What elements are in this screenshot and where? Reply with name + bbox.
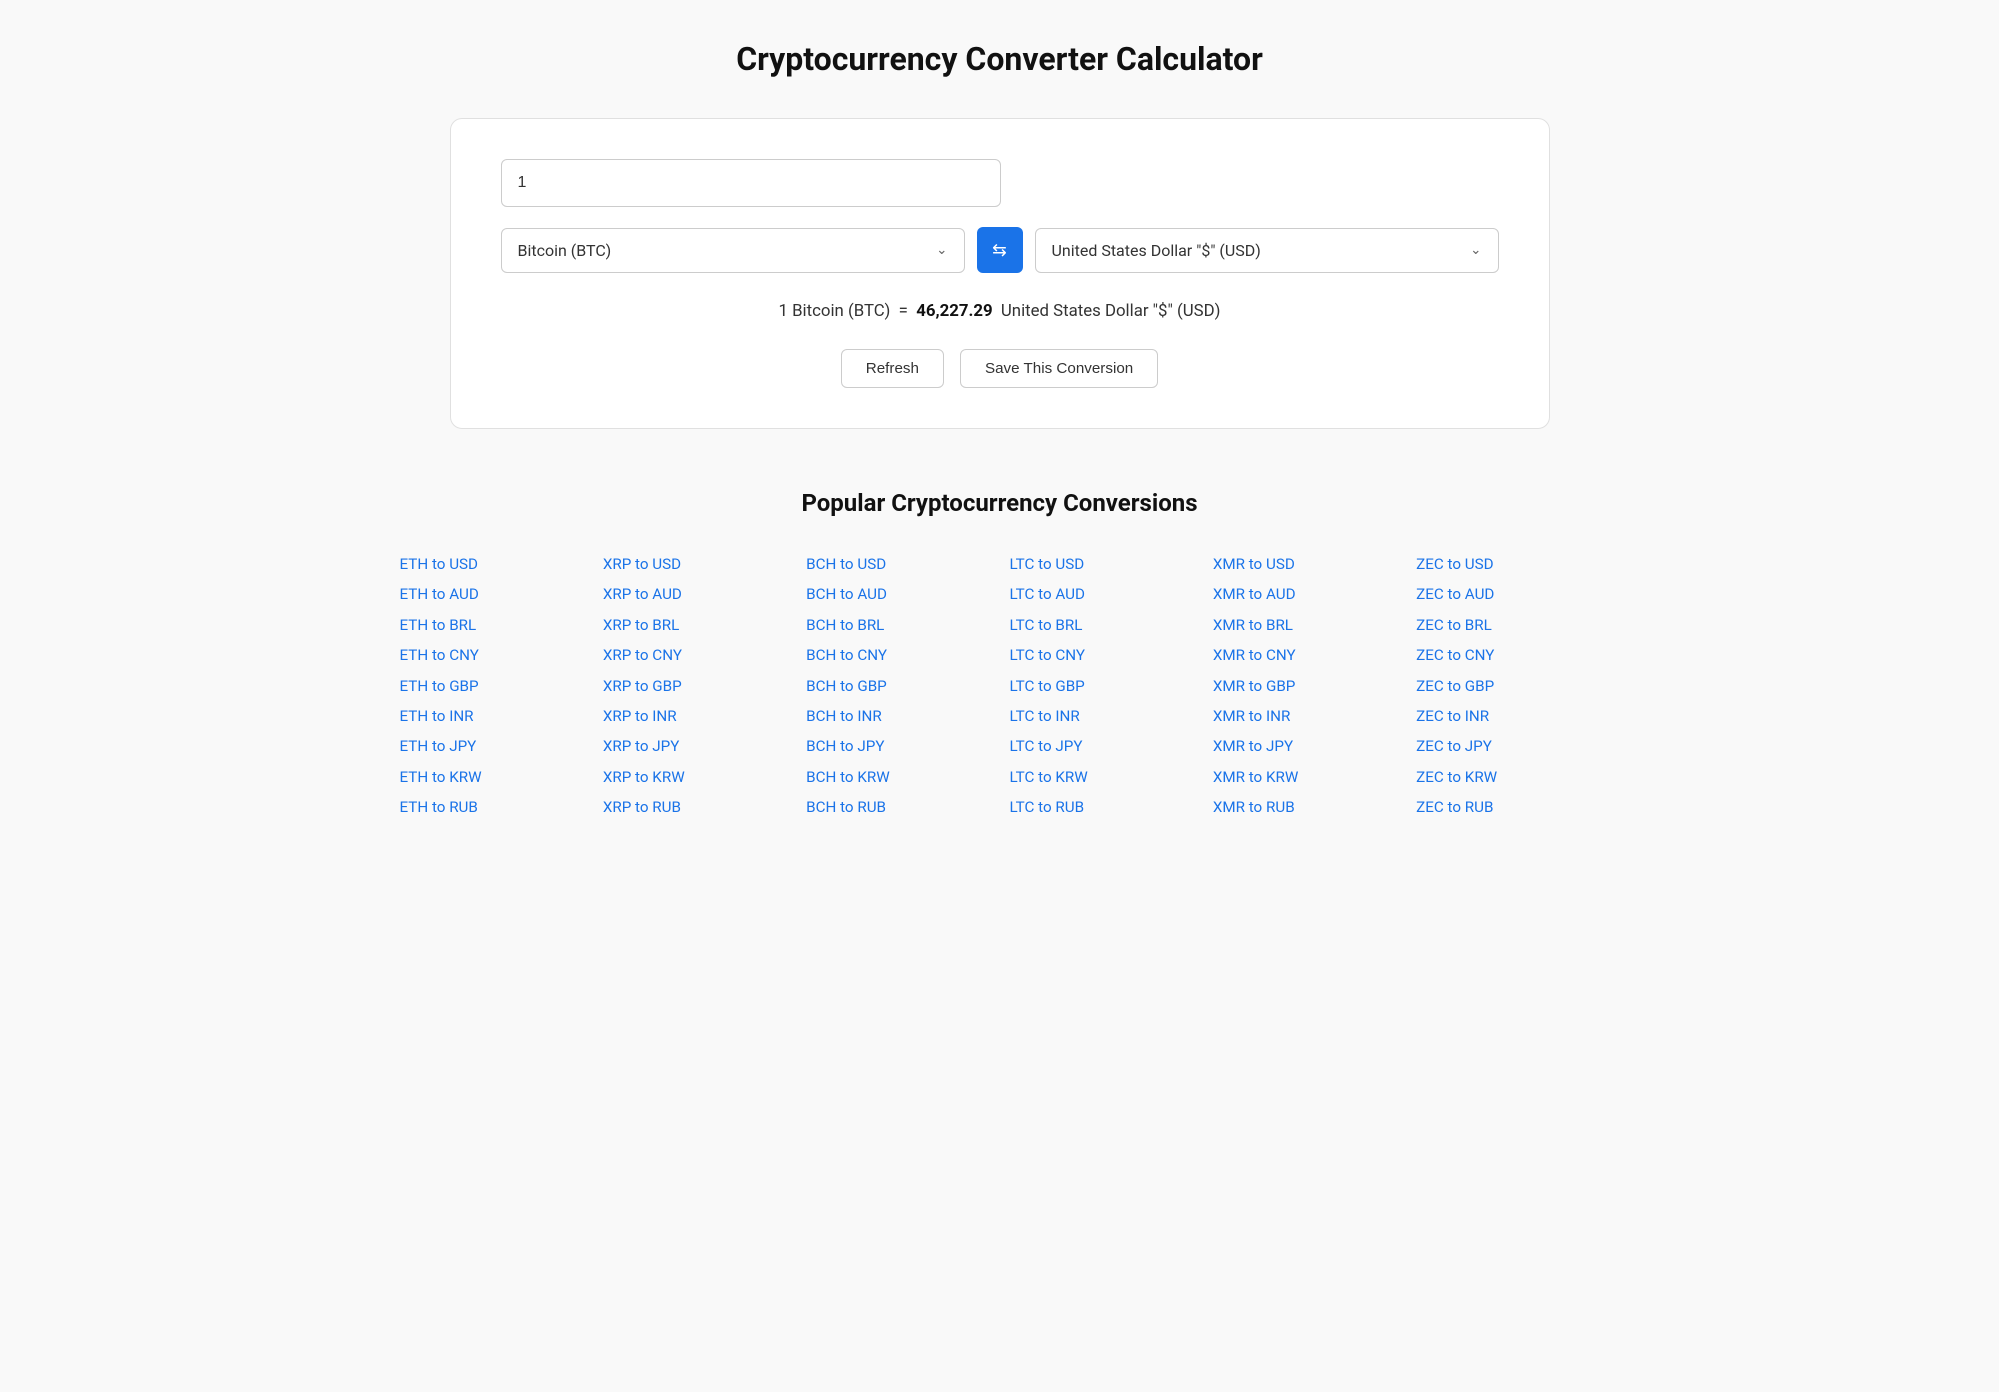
conversion-link[interactable]: ZEC to USD	[1416, 549, 1599, 579]
conversion-link[interactable]: XMR to KRW	[1213, 762, 1396, 792]
conversion-link[interactable]: XMR to GBP	[1213, 671, 1396, 701]
conversion-link[interactable]: ETH to RUB	[400, 792, 583, 822]
conversion-link[interactable]: ZEC to CNY	[1416, 640, 1599, 670]
conversion-link[interactable]: BCH to CNY	[806, 640, 989, 670]
conversion-link[interactable]: XMR to AUD	[1213, 579, 1396, 609]
conversion-link[interactable]: ETH to INR	[400, 701, 583, 731]
result-text: 1 Bitcoin (BTC)	[779, 301, 891, 321]
conversion-col-xrp: XRP to USDXRP to AUDXRP to BRLXRP to CNY…	[603, 549, 786, 823]
conversion-link[interactable]: ETH to USD	[400, 549, 583, 579]
conversions-grid: ETH to USDETH to AUDETH to BRLETH to CNY…	[400, 549, 1600, 823]
conversion-link[interactable]: ETH to AUD	[400, 579, 583, 609]
conversion-link[interactable]: BCH to BRL	[806, 610, 989, 640]
actions-row: Refresh Save This Conversion	[501, 349, 1499, 388]
conversion-link[interactable]: ETH to BRL	[400, 610, 583, 640]
save-conversion-button[interactable]: Save This Conversion	[960, 349, 1158, 388]
conversion-link[interactable]: ZEC to RUB	[1416, 792, 1599, 822]
to-chevron-icon: ⌄	[1470, 242, 1481, 258]
result-equals: =	[899, 301, 908, 321]
conversion-link[interactable]: XRP to RUB	[603, 792, 786, 822]
converter-card: Bitcoin (BTC) ⌄ ⇆ United States Dollar "…	[450, 118, 1550, 429]
result-row: 1 Bitcoin (BTC) = 46,227.29 United State…	[501, 301, 1499, 321]
conversion-link[interactable]: XRP to USD	[603, 549, 786, 579]
conversion-link[interactable]: BCH to KRW	[806, 762, 989, 792]
conversion-link[interactable]: ZEC to AUD	[1416, 579, 1599, 609]
conversion-link[interactable]: BCH to GBP	[806, 671, 989, 701]
conversion-link[interactable]: XMR to USD	[1213, 549, 1396, 579]
conversion-link[interactable]: LTC to BRL	[1009, 610, 1192, 640]
popular-section-title: Popular Cryptocurrency Conversions	[400, 489, 1600, 517]
conversion-link[interactable]: XRP to JPY	[603, 731, 786, 761]
conversion-link[interactable]: XMR to RUB	[1213, 792, 1396, 822]
conversion-link[interactable]: BCH to INR	[806, 701, 989, 731]
conversion-col-eth: ETH to USDETH to AUDETH to BRLETH to CNY…	[400, 549, 583, 823]
page-title: Cryptocurrency Converter Calculator	[60, 40, 1939, 78]
conversion-link[interactable]: LTC to RUB	[1009, 792, 1192, 822]
conversion-col-bch: BCH to USDBCH to AUDBCH to BRLBCH to CNY…	[806, 549, 989, 823]
conversion-link[interactable]: BCH to AUD	[806, 579, 989, 609]
conversion-link[interactable]: XRP to AUD	[603, 579, 786, 609]
conversion-link[interactable]: LTC to GBP	[1009, 671, 1192, 701]
from-currency-label: Bitcoin (BTC)	[518, 241, 929, 260]
conversion-col-ltc: LTC to USDLTC to AUDLTC to BRLLTC to CNY…	[1009, 549, 1192, 823]
conversion-link[interactable]: LTC to CNY	[1009, 640, 1192, 670]
conversion-link[interactable]: ETH to JPY	[400, 731, 583, 761]
conversion-col-zec: ZEC to USDZEC to AUDZEC to BRLZEC to CNY…	[1416, 549, 1599, 823]
selectors-row: Bitcoin (BTC) ⌄ ⇆ United States Dollar "…	[501, 227, 1499, 273]
conversion-link[interactable]: ZEC to INR	[1416, 701, 1599, 731]
refresh-button[interactable]: Refresh	[841, 349, 944, 388]
conversion-link[interactable]: BCH to JPY	[806, 731, 989, 761]
conversion-link[interactable]: ZEC to GBP	[1416, 671, 1599, 701]
conversion-link[interactable]: BCH to RUB	[806, 792, 989, 822]
conversion-link[interactable]: ZEC to KRW	[1416, 762, 1599, 792]
conversion-link[interactable]: ETH to KRW	[400, 762, 583, 792]
conversion-col-xmr: XMR to USDXMR to AUDXMR to BRLXMR to CNY…	[1213, 549, 1396, 823]
conversion-link[interactable]: ETH to GBP	[400, 671, 583, 701]
from-currency-select[interactable]: Bitcoin (BTC) ⌄	[501, 228, 965, 273]
conversion-link[interactable]: XMR to BRL	[1213, 610, 1396, 640]
swap-button[interactable]: ⇆	[977, 227, 1023, 273]
conversion-link[interactable]: XRP to CNY	[603, 640, 786, 670]
conversion-link[interactable]: XMR to JPY	[1213, 731, 1396, 761]
conversion-link[interactable]: XMR to CNY	[1213, 640, 1396, 670]
conversion-link[interactable]: ZEC to BRL	[1416, 610, 1599, 640]
conversion-link[interactable]: LTC to JPY	[1009, 731, 1192, 761]
amount-input[interactable]	[501, 159, 1001, 207]
popular-section: Popular Cryptocurrency Conversions ETH t…	[400, 489, 1600, 823]
result-unit: United States Dollar "$" (USD)	[1001, 301, 1221, 321]
to-currency-label: United States Dollar "$" (USD)	[1052, 241, 1463, 260]
conversion-link[interactable]: LTC to AUD	[1009, 579, 1192, 609]
conversion-link[interactable]: XRP to KRW	[603, 762, 786, 792]
conversion-link[interactable]: XRP to GBP	[603, 671, 786, 701]
conversion-link[interactable]: ZEC to JPY	[1416, 731, 1599, 761]
conversion-link[interactable]: BCH to USD	[806, 549, 989, 579]
conversion-link[interactable]: XRP to BRL	[603, 610, 786, 640]
conversion-link[interactable]: LTC to INR	[1009, 701, 1192, 731]
to-currency-select[interactable]: United States Dollar "$" (USD) ⌄	[1035, 228, 1499, 273]
swap-icon: ⇆	[992, 240, 1007, 261]
conversion-link[interactable]: LTC to USD	[1009, 549, 1192, 579]
result-value: 46,227.29	[916, 301, 992, 321]
conversion-link[interactable]: LTC to KRW	[1009, 762, 1192, 792]
conversion-link[interactable]: ETH to CNY	[400, 640, 583, 670]
from-chevron-icon: ⌄	[936, 242, 947, 258]
conversion-link[interactable]: XRP to INR	[603, 701, 786, 731]
conversion-link[interactable]: XMR to INR	[1213, 701, 1396, 731]
